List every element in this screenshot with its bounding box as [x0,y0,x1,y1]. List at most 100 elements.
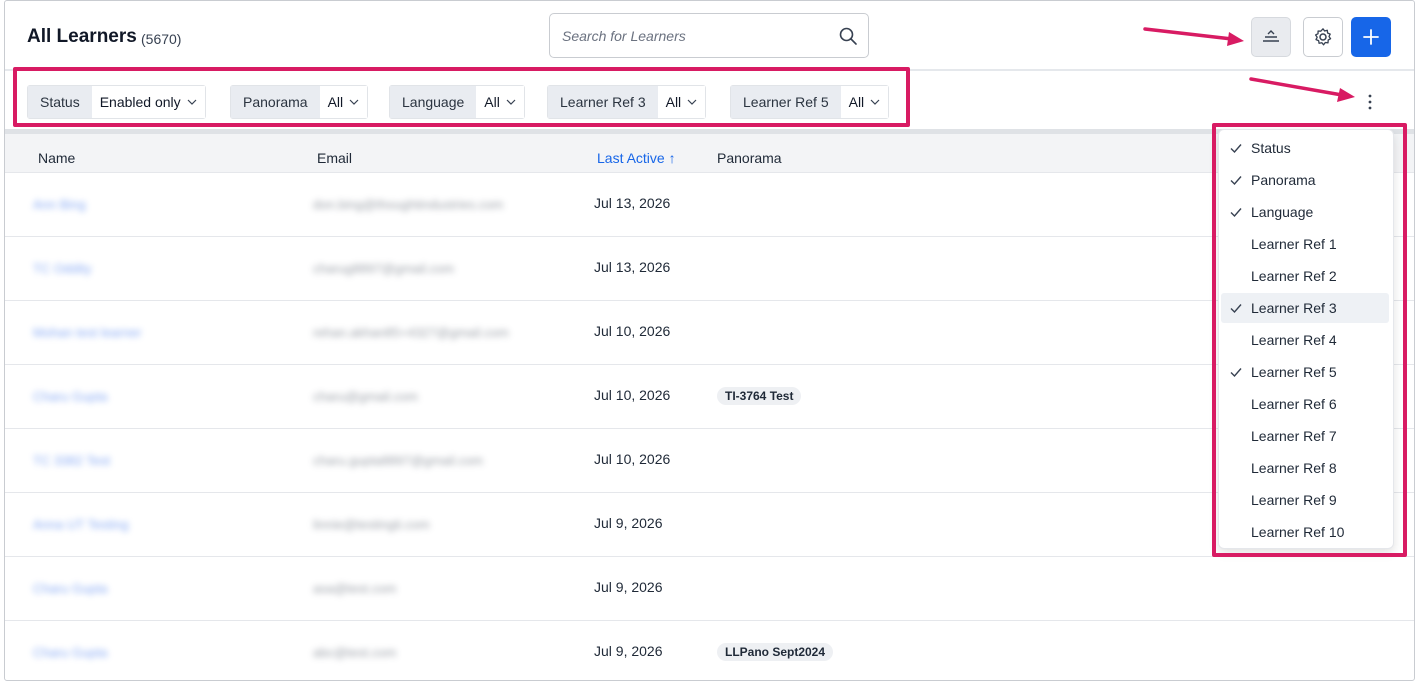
chevron-down-icon [506,99,516,105]
filter-value[interactable]: All [319,86,368,118]
kebab-icon [1368,94,1372,110]
settings-button[interactable] [1303,17,1343,57]
learner-name-link[interactable]: Mohan test learner [33,325,141,340]
learner-last-active: Jul 10, 2026 [594,451,671,467]
learner-email: rehan.akhan85+4327@gmail.com [313,325,509,340]
table-row[interactable]: Charu Gupta charu@gmail.com Jul 10, 2026… [5,365,1414,429]
filter-panorama[interactable]: Panorama All [230,85,369,119]
menu-item-learner-ref-4[interactable]: Learner Ref 4 [1221,325,1389,355]
learner-email: asa@test.com [313,581,397,596]
menu-item-label: Learner Ref 5 [1251,364,1337,380]
menu-item-status[interactable]: Status [1221,133,1389,163]
filter-status[interactable]: Status Enabled only [27,85,206,119]
search-box [549,13,869,58]
filter-learner-ref-3[interactable]: Learner Ref 3 All [547,85,707,119]
filter-value[interactable]: All [476,86,524,118]
table-row[interactable]: Charu Gupta abc@test.com Jul 9, 2026 LLP… [5,621,1414,680]
learner-email: charug8897@gmail.com [313,261,455,276]
check-icon [1230,144,1242,154]
menu-item-panorama[interactable]: Panorama [1221,165,1389,195]
learner-name-link[interactable]: Charu Gupta [33,389,107,404]
learner-name-link[interactable]: Charu Gupta [33,581,107,596]
table-row[interactable]: Ann Bing don.bing@thoughtindustries.com … [5,173,1414,237]
learner-count: (5670) [141,31,182,47]
search-icon[interactable] [838,26,858,46]
menu-item-learner-ref-2[interactable]: Learner Ref 2 [1221,261,1389,291]
filter-value-text: All [327,94,344,110]
panorama-tag: TI-3764 Test [717,387,802,405]
menu-item-learner-ref-8[interactable]: Learner Ref 8 [1221,453,1389,483]
page-header: All Learners (5670) [5,1,1414,71]
learner-last-active: Jul 10, 2026 [594,387,671,403]
menu-item-learner-ref-5[interactable]: Learner Ref 5 [1221,357,1389,387]
menu-item-label: Learner Ref 7 [1251,428,1337,444]
add-learner-button[interactable] [1351,17,1391,57]
filter-value[interactable]: Enabled only [91,86,205,118]
filter-value-text: Enabled only [99,94,181,110]
table-row[interactable]: TC Oddity charug8897@gmail.com Jul 13, 2… [5,237,1414,301]
menu-item-language[interactable]: Language [1221,197,1389,227]
menu-item-label: Learner Ref 3 [1251,300,1337,316]
learner-name-link[interactable]: Anna UT Testing [33,517,129,532]
learner-name-link[interactable]: Charu Gupta [33,645,107,660]
column-visibility-menu: Status Panorama Language Learner Ref 1 L… [1218,129,1394,549]
menu-item-label: Learner Ref 4 [1251,332,1337,348]
table-row[interactable]: Mohan test learner rehan.akhan85+4327@gm… [5,301,1414,365]
filter-label: Language [390,86,477,118]
column-header-name[interactable]: Name [38,150,75,166]
filter-value[interactable]: All [657,86,706,118]
more-options-button[interactable] [1360,91,1380,113]
learner-last-active: Jul 9, 2026 [594,643,663,659]
learner-email: abc@test.com [313,645,397,660]
menu-item-learner-ref-9[interactable]: Learner Ref 9 [1221,485,1389,515]
table-row[interactable]: Charu Gupta asa@test.com Jul 9, 2026 [5,557,1414,621]
learner-email: linnie@testingti.com [313,517,430,532]
density-button[interactable] [1251,17,1291,57]
learner-email: don.bing@thoughtindustries.com [313,197,504,212]
search-input[interactable] [550,14,868,57]
menu-item-learner-ref-3[interactable]: Learner Ref 3 [1221,293,1389,323]
menu-item-label: Learner Ref 10 [1251,524,1345,540]
filter-language[interactable]: Language All [389,85,525,119]
learner-last-active: Jul 13, 2026 [594,259,671,275]
learner-last-active: Jul 9, 2026 [594,579,663,595]
column-header-last-active[interactable]: Last Active ↑ [597,150,676,166]
learner-name-link[interactable]: TC 3382 Test [33,453,110,468]
check-icon [1230,368,1242,378]
filter-label: Learner Ref 3 [548,86,658,118]
filter-value[interactable]: All [840,86,889,118]
menu-item-label: Status [1251,140,1291,156]
learner-name-link[interactable]: TC Oddity [33,261,92,276]
column-header-email[interactable]: Email [317,150,352,166]
learners-page: All Learners (5670) Search for Learners … [4,0,1415,681]
table-row[interactable]: TC 3382 Test charu.gupta8897@gmail.com J… [5,429,1414,493]
learner-email: charu.gupta8897@gmail.com [313,453,484,468]
learner-last-active: Jul 9, 2026 [594,515,663,531]
filter-value-text: All [484,94,500,110]
learner-last-active: Jul 13, 2026 [594,195,671,211]
filter-value-text: All [665,94,682,110]
learner-name-link[interactable]: Ann Bing [33,197,86,212]
menu-item-learner-ref-7[interactable]: Learner Ref 7 [1221,421,1389,451]
check-icon [1230,304,1242,314]
menu-item-learner-ref-10[interactable]: Learner Ref 10 [1221,517,1389,547]
filter-bar: Status Enabled only Panorama All Languag… [5,73,1414,129]
column-header-panorama[interactable]: Panorama [717,150,782,166]
menu-item-label: Language [1251,204,1314,220]
menu-item-label: Panorama [1251,172,1316,188]
panorama-tag: LLPano Sept2024 [717,643,834,661]
page-title: All Learners [27,26,137,47]
filter-value-text: All [848,94,865,110]
menu-item-label: Learner Ref 8 [1251,460,1337,476]
menu-item-label: Learner Ref 9 [1251,492,1337,508]
table-row[interactable]: Anna UT Testing linnie@testingti.com Jul… [5,493,1414,557]
filter-label: Learner Ref 5 [731,86,841,118]
filter-label: Panorama [231,86,320,118]
menu-item-learner-ref-1[interactable]: Learner Ref 1 [1221,229,1389,259]
table-header: Name Email Last Active ↑ Panorama [5,129,1414,173]
filter-learner-ref-5[interactable]: Learner Ref 5 All [730,85,890,119]
plus-icon [1363,29,1379,45]
menu-item-learner-ref-6[interactable]: Learner Ref 6 [1221,389,1389,419]
check-icon [1230,208,1242,218]
chevron-down-icon [870,99,880,105]
